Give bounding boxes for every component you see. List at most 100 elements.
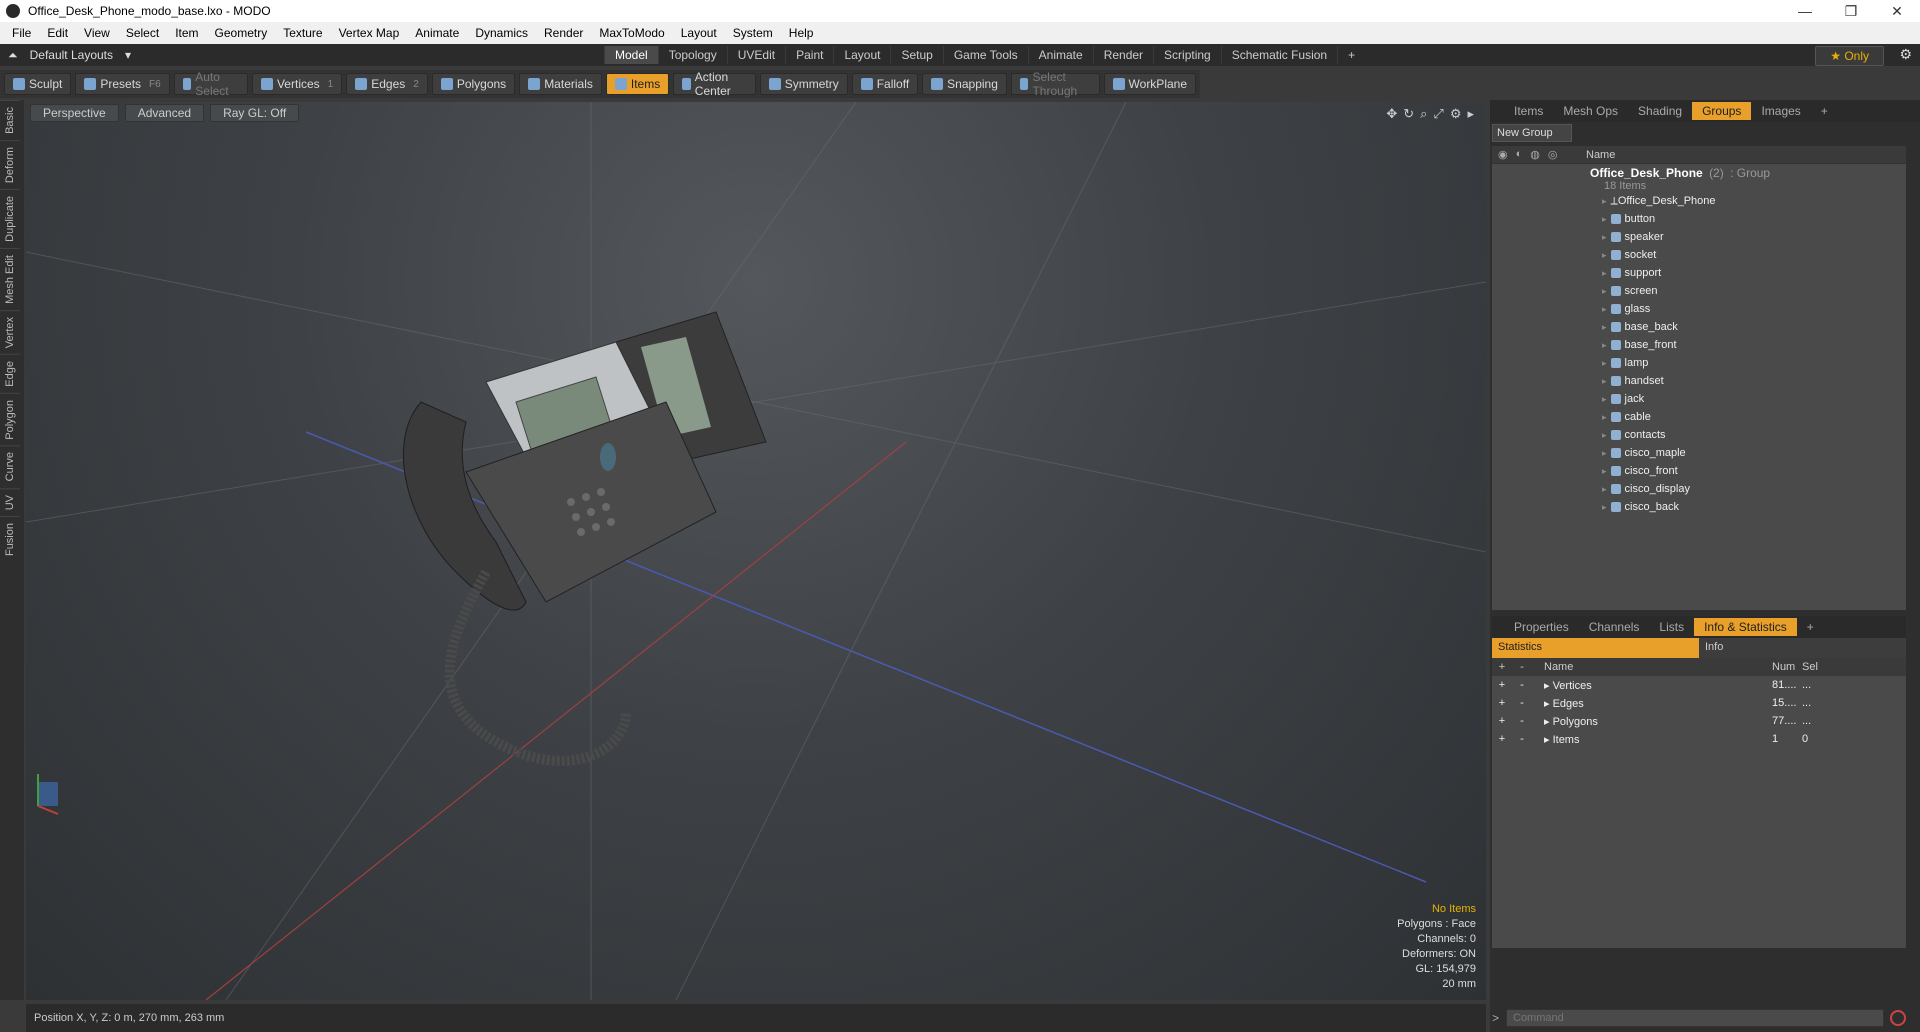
- remove-icon[interactable]: -: [1512, 733, 1532, 745]
- list-item[interactable]: ▸ cable: [1492, 408, 1906, 426]
- falloff-button[interactable]: Falloff: [851, 73, 919, 95]
- table-row[interactable]: + - ▸ Edges 15.... ...: [1492, 694, 1906, 712]
- tab-setup[interactable]: Setup: [890, 46, 942, 64]
- tab-channels[interactable]: Channels: [1579, 618, 1650, 636]
- table-row[interactable]: + - ▸ Items 1 0: [1492, 730, 1906, 748]
- expand-icon[interactable]: ▸: [1602, 286, 1607, 297]
- expand-icon[interactable]: ▸: [1602, 358, 1607, 369]
- remove-icon[interactable]: -: [1512, 679, 1532, 691]
- expand-icon[interactable]: ▸: [1602, 394, 1607, 405]
- menu-vertex-map[interactable]: Vertex Map: [331, 26, 408, 40]
- expand-icon[interactable]: ▸: [1544, 698, 1553, 710]
- only-button[interactable]: ★ Only: [1815, 46, 1884, 66]
- add-bottom-tab-icon[interactable]: +: [1797, 618, 1824, 636]
- left-tab-duplicate[interactable]: Duplicate: [0, 188, 20, 248]
- tab-layout[interactable]: Layout: [833, 46, 890, 64]
- list-item[interactable]: ▸ base_back: [1492, 318, 1906, 336]
- workplane-button[interactable]: WorkPlane: [1103, 73, 1197, 95]
- viewport-menu-icon[interactable]: ▸: [1467, 106, 1474, 122]
- list-item[interactable]: ▸ glass: [1492, 300, 1906, 318]
- gear-icon[interactable]: ⚙: [1899, 46, 1912, 63]
- expand-icon[interactable]: ▸: [1544, 734, 1553, 746]
- menu-system[interactable]: System: [725, 26, 781, 40]
- list-item[interactable]: ▸ lamp: [1492, 354, 1906, 372]
- add-icon[interactable]: +: [1492, 697, 1512, 709]
- perspective-dropdown[interactable]: Perspective: [30, 104, 119, 122]
- viewport-settings-icon[interactable]: ⚙: [1450, 106, 1462, 122]
- list-item[interactable]: ▸ cisco_back: [1492, 498, 1906, 516]
- expand-icon[interactable]: ▸: [1602, 232, 1607, 243]
- remove-icon[interactable]: -: [1512, 715, 1532, 727]
- expand-icon[interactable]: ▸: [1602, 250, 1607, 261]
- render-icon[interactable]: ◐: [1516, 148, 1523, 161]
- collapse-icon[interactable]: ⏶: [8, 48, 18, 63]
- office-desk-phone-model[interactable]: [402, 311, 767, 766]
- command-input[interactable]: [1506, 1009, 1884, 1027]
- expand-icon[interactable]: ▸: [1602, 484, 1607, 495]
- list-item[interactable]: ▸ ⟂ Office_Desk_Phone: [1492, 192, 1906, 210]
- minimize-button[interactable]: —: [1782, 3, 1828, 20]
- tab-render[interactable]: Render: [1092, 46, 1153, 64]
- tab-properties[interactable]: Properties: [1504, 618, 1579, 636]
- menu-geometry[interactable]: Geometry: [207, 26, 276, 40]
- add-tab-icon[interactable]: +: [1337, 46, 1365, 64]
- expand-icon[interactable]: ▸: [1602, 430, 1607, 441]
- left-tab-deform[interactable]: Deform: [0, 139, 20, 189]
- fit-view-icon[interactable]: ⤢: [1433, 106, 1443, 122]
- list-item[interactable]: ▸ handset: [1492, 372, 1906, 390]
- rotate-view-icon[interactable]: ↻: [1403, 106, 1414, 122]
- list-item[interactable]: ▸ screen: [1492, 282, 1906, 300]
- table-row[interactable]: + - ▸ Polygons 77.... ...: [1492, 712, 1906, 730]
- expand-icon[interactable]: ▸: [1602, 502, 1607, 513]
- lock-icon[interactable]: ◍: [1530, 148, 1540, 161]
- left-tab-uv[interactable]: UV: [0, 487, 20, 517]
- symmetry-button[interactable]: Symmetry: [759, 73, 848, 95]
- list-item[interactable]: ▸ cisco_maple: [1492, 444, 1906, 462]
- subtab-statistics[interactable]: Statistics: [1492, 638, 1699, 658]
- menu-edit[interactable]: Edit: [39, 26, 76, 40]
- snapping-button[interactable]: Snapping: [922, 73, 1007, 95]
- expand-icon[interactable]: ▸: [1602, 304, 1607, 315]
- 3d-viewport[interactable]: Perspective Advanced Ray GL: Off ✥ ↻ ⌕ ⤢…: [26, 102, 1486, 1000]
- left-tab-mesh-edit[interactable]: Mesh Edit: [0, 247, 20, 310]
- tab-items[interactable]: Items: [1504, 102, 1553, 120]
- menu-maxtomodo[interactable]: MaxToModo: [591, 26, 672, 40]
- expand-icon[interactable]: ▸: [1544, 716, 1553, 728]
- list-item[interactable]: ▸ cisco_display: [1492, 480, 1906, 498]
- select-through-button[interactable]: Select Through: [1010, 70, 1100, 98]
- remove-icon[interactable]: -: [1512, 697, 1532, 709]
- maximize-button[interactable]: ❐: [1828, 3, 1874, 20]
- expand-icon[interactable]: ▸: [1544, 680, 1553, 692]
- collapse-all-icon[interactable]: -: [1512, 661, 1532, 673]
- tab-scripting[interactable]: Scripting: [1153, 46, 1221, 64]
- left-tab-basic[interactable]: Basic: [0, 100, 20, 140]
- left-tab-edge[interactable]: Edge: [0, 353, 20, 393]
- zoom-view-icon[interactable]: ⌕: [1420, 106, 1427, 122]
- add-icon[interactable]: +: [1492, 715, 1512, 727]
- expand-icon[interactable]: ▸: [1602, 376, 1607, 387]
- list-item[interactable]: ▸ button: [1492, 210, 1906, 228]
- presets-button[interactable]: Presets F6: [75, 73, 170, 95]
- tab-lists[interactable]: Lists: [1649, 618, 1694, 636]
- select-icon[interactable]: ◎: [1548, 148, 1558, 161]
- left-tab-fusion[interactable]: Fusion: [0, 516, 20, 563]
- sculpt-button[interactable]: Sculpt: [4, 73, 72, 95]
- edges-button[interactable]: Edges 2: [346, 73, 428, 95]
- expand-icon[interactable]: ▸: [1602, 466, 1607, 477]
- tab-mesh-ops[interactable]: Mesh Ops: [1553, 102, 1628, 120]
- left-tab-curve[interactable]: Curve: [0, 445, 20, 488]
- tab-topology[interactable]: Topology: [657, 46, 727, 64]
- tab-animate[interactable]: Animate: [1027, 46, 1093, 64]
- new-group-button[interactable]: New Group: [1492, 124, 1572, 142]
- list-item[interactable]: ▸ speaker: [1492, 228, 1906, 246]
- eye-icon[interactable]: ◉: [1498, 148, 1508, 161]
- menu-file[interactable]: File: [4, 26, 39, 40]
- table-row[interactable]: + - ▸ Vertices 81.... ...: [1492, 676, 1906, 694]
- list-item[interactable]: ▸ contacts: [1492, 426, 1906, 444]
- tab-game-tools[interactable]: Game Tools: [942, 46, 1028, 64]
- move-view-icon[interactable]: ✥: [1386, 106, 1397, 122]
- group-row[interactable]: Office_Desk_Phone (2) : Group 18 Items: [1492, 164, 1906, 192]
- advanced-dropdown[interactable]: Advanced: [124, 104, 205, 122]
- expand-icon[interactable]: ▸: [1602, 196, 1607, 207]
- tab-info-statistics[interactable]: Info & Statistics: [1694, 618, 1797, 636]
